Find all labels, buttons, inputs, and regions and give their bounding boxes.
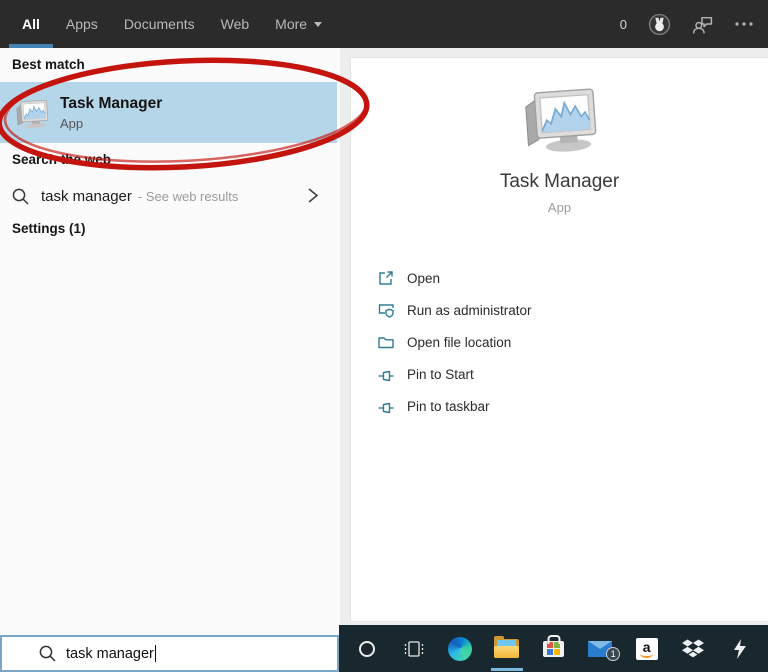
taskbar: 1 a <box>339 625 768 672</box>
action-run-as-administrator[interactable]: Run as administrator <box>377 294 768 326</box>
pin-icon <box>378 402 394 414</box>
taskbar-store-button[interactable] <box>530 625 577 672</box>
best-match-header: Best match <box>12 57 85 72</box>
tab-web[interactable]: Web <box>208 0 263 48</box>
pin-icon <box>378 370 394 382</box>
preview-app-type: App <box>547 200 572 215</box>
rewards-medal-icon[interactable] <box>648 13 671 36</box>
active-app-indicator <box>490 668 523 671</box>
tab-documents-label: Documents <box>123 16 195 32</box>
action-label: Run as administrator <box>407 302 532 318</box>
preview-card: Task Manager App Open Run as administrat… <box>350 57 768 622</box>
amazon-letter: a <box>642 638 651 655</box>
task-manager-icon <box>516 82 604 154</box>
web-search-suggestion[interactable]: task manager - See web results <box>0 176 340 216</box>
file-explorer-icon <box>494 636 520 658</box>
search-results-panel: Best match Task Manager App Search the w… <box>0 48 340 637</box>
task-view-icon <box>404 640 423 657</box>
rewards-count: 0 <box>619 16 627 32</box>
result-type: App <box>60 115 84 131</box>
action-label: Open <box>407 270 441 286</box>
action-pin-to-taskbar[interactable]: Pin to taskbar <box>377 390 768 422</box>
taskbar-mail-button[interactable]: 1 <box>577 625 624 672</box>
result-meta: Task Manager App <box>60 95 162 131</box>
taskbar-file-explorer-button[interactable] <box>484 625 531 672</box>
amazon-smile <box>640 653 654 658</box>
edge-icon <box>448 636 473 661</box>
tab-all-label: All <box>22 16 40 32</box>
mail-icon: 1 <box>588 640 621 661</box>
preview-app-name: Task Manager <box>499 171 620 192</box>
web-hint: - See web results <box>137 188 239 204</box>
ellipsis-icon[interactable] <box>734 14 754 34</box>
settings-header: Settings (1) <box>12 221 86 236</box>
action-label: Pin to taskbar <box>407 398 490 414</box>
tab-web-label: Web <box>220 16 250 32</box>
filter-tabs: All Apps Documents Web More <box>0 0 335 48</box>
search-icon <box>39 645 56 662</box>
best-match-result[interactable]: Task Manager App <box>0 82 337 143</box>
feedback-person-icon[interactable] <box>692 14 713 35</box>
preview-panel: Task Manager App Open Run as administrat… <box>340 48 768 625</box>
taskbar-edge-button[interactable] <box>437 625 484 672</box>
amazon-icon: a <box>635 637 658 660</box>
taskbar-task-view-button[interactable] <box>391 625 438 672</box>
tab-apps[interactable]: Apps <box>53 0 111 48</box>
taskbar-cortana-button[interactable] <box>344 625 391 672</box>
web-query: task manager <box>41 187 132 205</box>
cortana-icon <box>359 640 376 657</box>
tab-more[interactable]: More <box>262 0 335 48</box>
open-window-icon <box>379 271 393 285</box>
search-filter-bar: All Apps Documents Web More 0 <box>0 0 768 48</box>
taskbar-dropbox-button[interactable] <box>670 625 717 672</box>
folder-icon <box>378 337 394 349</box>
action-open[interactable]: Open <box>377 262 768 294</box>
dropbox-icon <box>682 639 705 658</box>
taskbar-amazon-button[interactable]: a <box>623 625 670 672</box>
search-input[interactable]: task manager <box>0 635 339 672</box>
tab-more-label: More <box>275 16 308 32</box>
tab-documents[interactable]: Documents <box>111 0 208 48</box>
result-title: Task Manager <box>60 94 163 112</box>
lightning-icon <box>733 638 746 659</box>
chevron-down-icon <box>314 21 323 27</box>
context-actions: Open Run as administrator Open file loca… <box>351 262 768 422</box>
chevron-right-icon[interactable] <box>306 185 320 206</box>
text-cursor <box>154 645 157 662</box>
tab-apps-label: Apps <box>65 16 98 32</box>
tab-all[interactable]: All <box>9 0 53 48</box>
taskbar-lightning-button[interactable] <box>717 625 764 672</box>
search-input-value: task manager <box>66 645 154 662</box>
action-open-file-location[interactable]: Open file location <box>377 326 768 358</box>
search-web-header: Search the web <box>12 152 112 167</box>
search-icon <box>12 188 29 205</box>
topbar-actions: 0 <box>620 0 754 48</box>
admin-shield-icon <box>378 304 394 318</box>
action-pin-to-start[interactable]: Pin to Start <box>377 358 768 390</box>
action-label: Pin to Start <box>407 366 474 382</box>
task-manager-icon <box>13 97 51 129</box>
microsoft-store-icon <box>543 640 565 657</box>
windows-search-flyout: All Apps Documents Web More 0 Best match… <box>0 0 768 672</box>
action-label: Open file location <box>407 334 512 350</box>
mail-notification-badge: 1 <box>606 646 621 661</box>
